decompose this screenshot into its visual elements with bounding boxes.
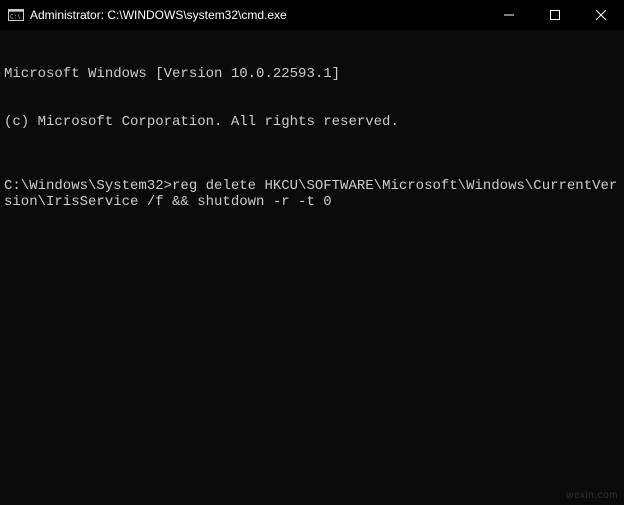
window-controls [486,0,624,30]
maximize-button[interactable] [532,0,578,30]
minimize-button[interactable] [486,0,532,30]
cmd-window: C:\ Administrator: C:\WINDOWS\system32\c… [0,0,624,505]
watermark-text: wexin.com [566,490,618,501]
command-line: C:\Windows\System32>reg delete HKCU\SOFT… [4,178,620,210]
banner-line: (c) Microsoft Corporation. All rights re… [4,114,620,130]
terminal-output-area[interactable]: Microsoft Windows [Version 10.0.22593.1]… [0,30,624,505]
banner-line: Microsoft Windows [Version 10.0.22593.1] [4,66,620,82]
prompt-text: C:\Windows\System32> [4,178,172,194]
cmd-icon: C:\ [8,7,24,23]
svg-text:C:\: C:\ [10,14,21,21]
window-title: Administrator: C:\WINDOWS\system32\cmd.e… [30,8,287,22]
close-button[interactable] [578,0,624,30]
titlebar[interactable]: C:\ Administrator: C:\WINDOWS\system32\c… [0,0,624,30]
